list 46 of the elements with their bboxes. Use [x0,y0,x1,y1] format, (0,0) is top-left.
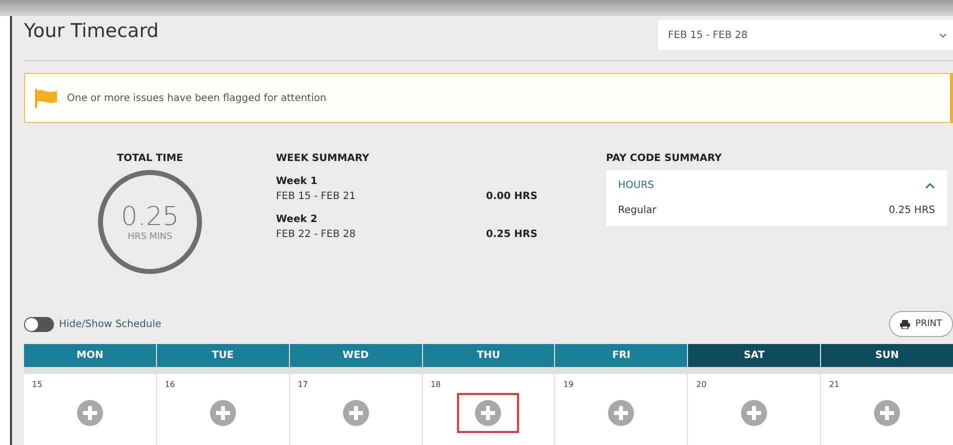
chevron-down-icon [939,32,947,38]
pay-code-hours: 0.25 HRS [888,205,935,216]
week-hours: 0.25 HRS [486,229,538,240]
printer-icon [900,320,910,328]
week-hours: 0.00 HRS [486,191,538,202]
add-icon [874,400,900,426]
pay-code-heading: PAY CODE SUMMARY [606,153,723,164]
week-name: Week 1 [276,176,318,187]
alert-message: One or more issues have been flagged for attention [67,92,326,104]
day-header: FRI [555,344,688,367]
schedule-toggle[interactable] [24,316,54,332]
week-range: FEB 22 - FEB 28 [276,229,357,240]
day-header: SUN [821,344,953,367]
day-number: 18 [430,380,441,388]
hours-toggle[interactable]: HOURS [618,180,935,191]
add-entry-button[interactable] [457,392,520,432]
add-icon [210,400,236,426]
total-time-value: 0.25 [121,202,179,232]
day-number: 21 [829,380,840,388]
week-summary-heading: WEEK SUMMARY [276,153,370,164]
day-number: 17 [298,380,308,388]
day-header: WED [290,344,422,367]
add-icon [608,400,634,426]
period-select[interactable]: FEB 15 - FEB 28 [658,20,953,50]
total-time-unit: HRS MINS [128,232,172,242]
week-range: FEB 15 - FEB 21 [276,191,357,202]
page-title: Your Timecard [24,20,159,42]
day-header: SAT [688,344,820,367]
day-header: MON [24,344,156,367]
day-number: 19 [563,380,574,388]
day-number: 16 [164,380,176,388]
pay-code-label: Regular [618,205,656,216]
week-name: Week 2 [276,214,318,225]
add-icon [342,400,369,426]
add-icon [741,400,768,426]
add-icon [76,400,103,426]
add-icon [475,400,502,426]
flag-icon [35,88,57,108]
total-time-heading: TOTAL TIME [116,153,184,164]
day-header: TUE [156,344,289,367]
schedule-toggle-label: Hide/Show Schedule [59,318,162,330]
print-button[interactable]: PRINT [889,311,953,337]
chevron-up-icon [925,182,935,188]
day-number: 15 [32,380,42,388]
day-header: THU [422,344,554,367]
day-number: 20 [696,380,706,388]
